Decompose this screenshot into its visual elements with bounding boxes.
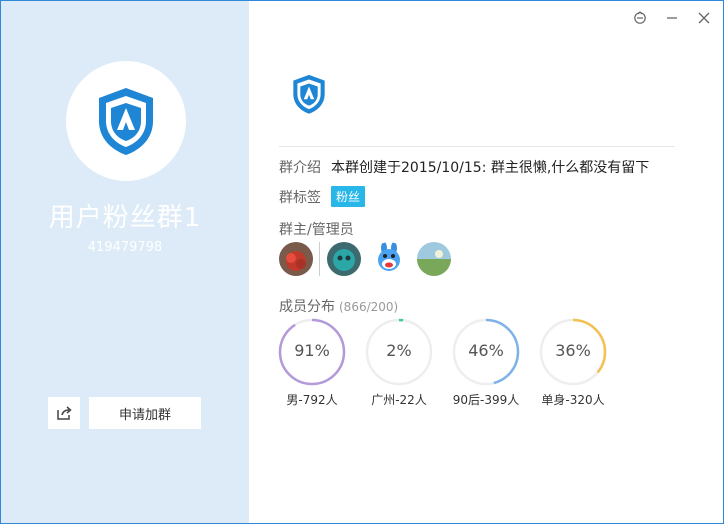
intro-label: 群介绍	[279, 160, 321, 176]
group-sidebar: 用户粉丝群1 419479798 申请加群	[1, 1, 249, 523]
stat-item-age: 46% 90后-399人	[451, 317, 521, 408]
tags-row: 群标签 粉丝	[279, 186, 366, 207]
avatar[interactable]	[279, 242, 313, 276]
stats-title-label: 成员分布	[279, 299, 335, 315]
minimize-icon[interactable]	[663, 9, 681, 27]
member-stats-title: 成员分布 (866/200)	[279, 296, 398, 316]
stat-label: 广州-22人	[371, 393, 427, 407]
share-icon	[57, 406, 72, 420]
apply-join-button[interactable]: 申请加群	[89, 397, 201, 429]
group-info-window: 用户粉丝群1 419479798 申请加群 群介绍 本群创建于2015/10/1…	[0, 0, 724, 524]
avatar[interactable]	[417, 242, 451, 276]
stat-label: 单身-320人	[541, 393, 605, 407]
group-logo	[291, 73, 327, 119]
intro-row: 群介绍 本群创建于2015/10/15: 群主很懒,什么都没有留下	[279, 157, 649, 177]
member-count: (866/200)	[339, 300, 399, 314]
stat-label: 90后-399人	[452, 393, 520, 407]
shield-logo-icon	[99, 88, 153, 155]
close-icon[interactable]	[695, 9, 713, 27]
admins-title: 群主/管理员	[279, 222, 354, 238]
avatar-separator	[319, 242, 320, 276]
window-controls	[631, 9, 713, 27]
group-tag[interactable]: 粉丝	[331, 186, 366, 207]
group-avatar	[66, 61, 186, 181]
stat-item-single: 36% 单身-320人	[538, 317, 608, 408]
stat-percent: 91%	[294, 341, 330, 360]
intro-text: 本群创建于2015/10/15: 群主很懒,什么都没有留下	[331, 160, 650, 176]
divider	[279, 146, 675, 147]
share-button[interactable]	[48, 397, 80, 429]
stat-item-gender: 91% 男-792人	[277, 317, 347, 408]
avatar[interactable]	[372, 242, 406, 276]
stat-item-city: 2% 广州-22人	[364, 317, 434, 408]
stat-percent: 2%	[386, 341, 412, 360]
stat-label: 男-792人	[286, 393, 338, 407]
tags-label: 群标签	[279, 189, 321, 206]
avatar[interactable]	[327, 242, 361, 276]
stat-percent: 46%	[468, 341, 504, 360]
admin-avatars	[279, 242, 462, 276]
group-number: 419479798	[87, 240, 163, 255]
shield-logo-icon	[293, 74, 325, 114]
stat-percent: 36%	[555, 341, 591, 360]
group-name: 用户粉丝群1	[48, 203, 202, 233]
skin-icon[interactable]	[631, 9, 649, 27]
